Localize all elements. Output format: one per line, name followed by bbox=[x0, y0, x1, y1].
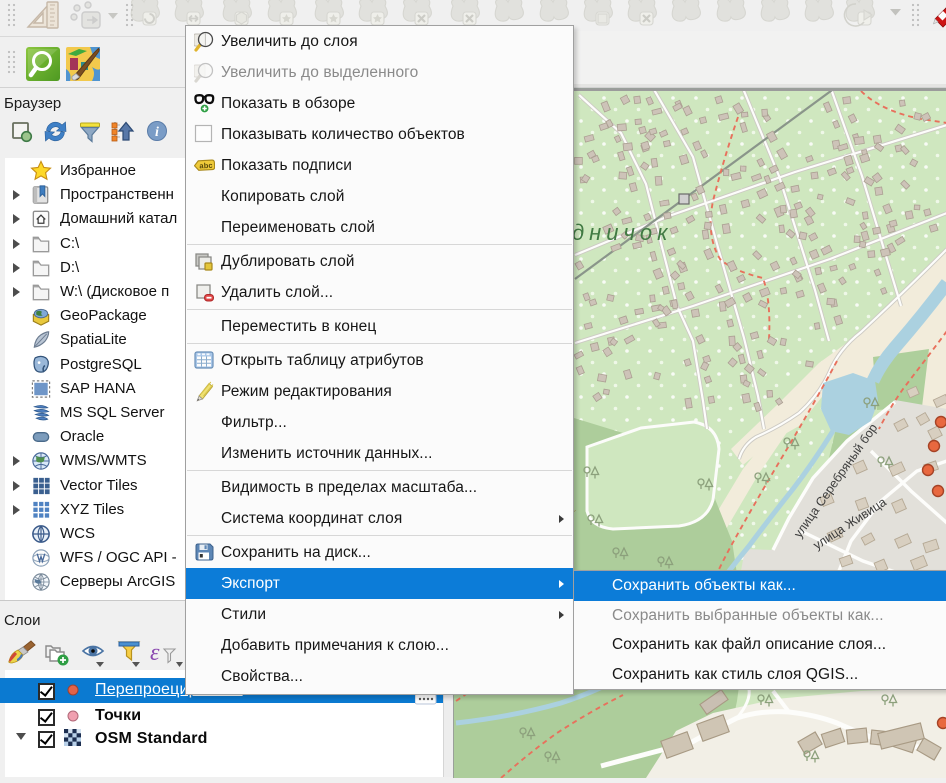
svg-text:дничок: дничок bbox=[572, 220, 673, 245]
svg-text:i: i bbox=[155, 125, 159, 140]
svg-text:abc: abc bbox=[199, 161, 213, 171]
svg-text:ε: ε bbox=[150, 640, 160, 666]
